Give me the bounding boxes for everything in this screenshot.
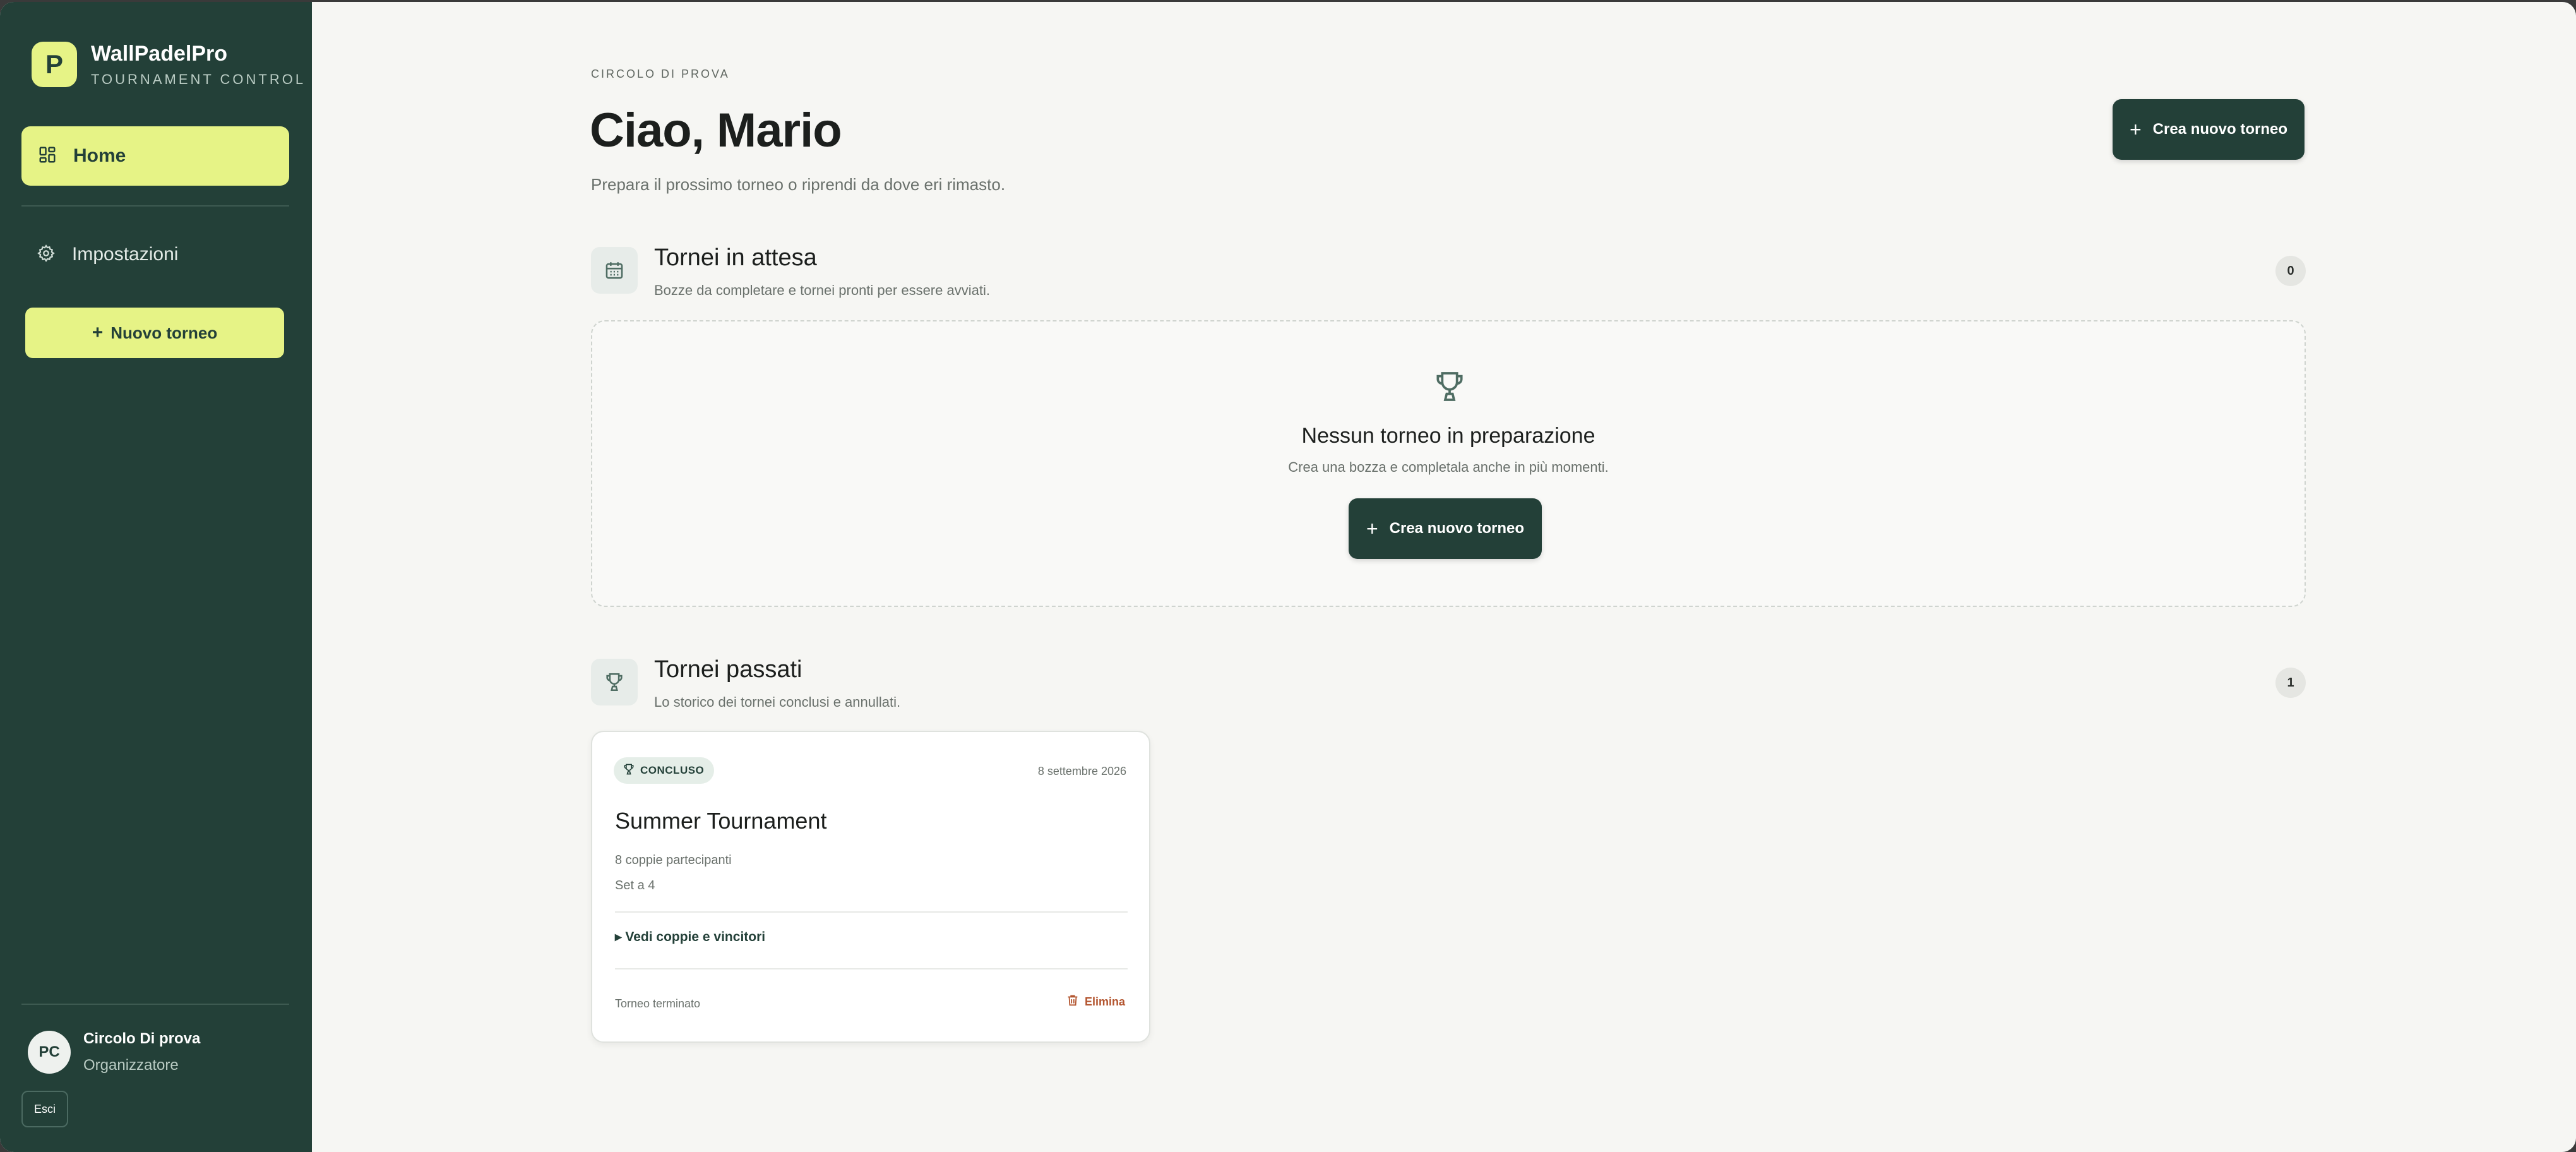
card-divider — [615, 911, 1128, 913]
user-role: Organizzatore — [83, 1057, 179, 1074]
plus-icon: + — [92, 322, 104, 343]
past-count-badge: 1 — [2275, 668, 2306, 698]
tournament-footer-status: Torneo terminato — [615, 997, 701, 1010]
create-tournament-label: Crea nuovo torneo — [2152, 121, 2288, 138]
app-window: P WallPadelPro TOURNAMENT CONTROL Home I… — [0, 2, 2576, 1152]
tournament-format: Set a 4 — [615, 879, 655, 892]
sidebar-item-settings[interactable]: Impostazioni — [21, 231, 289, 279]
sidebar-divider — [21, 1004, 289, 1005]
user-profile: PC Circolo Di prova Organizzatore — [28, 1030, 200, 1074]
sidebar-item-label: Home — [73, 145, 126, 166]
trophy-icon — [1432, 368, 1467, 408]
empty-state-title: Nessun torneo in preparazione — [1301, 424, 1595, 448]
sidebar-divider — [21, 205, 289, 207]
logout-button[interactable]: Esci — [21, 1091, 68, 1127]
empty-create-tournament-button[interactable]: + Crea nuovo torneo — [1349, 498, 1542, 559]
brand-name: WallPadelPro — [91, 42, 228, 66]
empty-state-description: Crea una bozza e completala anche in più… — [1288, 459, 1609, 475]
brand-subtitle: TOURNAMENT CONTROL — [91, 71, 306, 87]
past-section-title: Tornei passati — [654, 656, 802, 683]
club-eyebrow: CIRCOLO DI PROVA — [591, 68, 730, 80]
sidebar: P WallPadelPro TOURNAMENT CONTROL Home I… — [0, 2, 312, 1152]
tournament-date: 8 settembre 2026 — [1037, 765, 1126, 777]
status-badge: CONCLUSO — [614, 757, 715, 784]
delete-tournament-button[interactable]: Elimina — [1066, 993, 1125, 1011]
create-tournament-button[interactable]: + Crea nuovo torneo — [2113, 99, 2305, 160]
new-tournament-label: Nuovo torneo — [110, 323, 218, 342]
tournament-card: CONCLUSO 8 settembre 2026 Summer Tournam… — [591, 731, 1150, 1043]
grid-icon — [38, 145, 57, 167]
sidebar-item-label: Impostazioni — [72, 244, 179, 265]
brand-logo: P — [32, 42, 77, 87]
avatar: PC — [28, 1031, 71, 1074]
calendar-icon — [591, 247, 638, 294]
plus-icon: + — [2129, 117, 2142, 141]
past-section-description: Lo storico dei tornei conclusi e annulla… — [654, 694, 901, 710]
main-content: CIRCOLO DI PROVA Ciao, Mario Prepara il … — [312, 2, 2576, 1152]
sidebar-item-home[interactable]: Home — [21, 126, 289, 186]
card-divider — [615, 968, 1128, 969]
empty-state: Nessun torneo in preparazione Crea una b… — [591, 320, 2306, 607]
user-name: Circolo Di prova — [83, 1030, 201, 1047]
tournament-title: Summer Tournament — [615, 808, 827, 834]
new-tournament-button[interactable]: + Nuovo torneo — [25, 308, 284, 358]
tournament-pairs: 8 coppie partecipanti — [615, 853, 732, 867]
empty-create-label: Crea nuovo torneo — [1389, 520, 1525, 537]
pending-count-badge: 0 — [2275, 256, 2306, 286]
page-subtitle: Prepara il prossimo torneo o riprendi da… — [591, 175, 1006, 194]
plus-icon: + — [1366, 517, 1378, 540]
page-title: Ciao, Mario — [590, 104, 842, 157]
trash-icon — [1066, 993, 1080, 1011]
trophy-icon — [591, 659, 638, 705]
view-pairs-winners-toggle[interactable]: ▸ Vedi coppie e vincitori — [615, 929, 765, 945]
pending-section-title: Tornei in attesa — [654, 244, 817, 271]
brand: P WallPadelPro TOURNAMENT CONTROL — [32, 41, 306, 88]
gear-icon — [37, 244, 56, 266]
trophy-icon — [623, 763, 635, 779]
delete-label: Elimina — [1084, 995, 1125, 1008]
pending-section-description: Bozze da completare e tornei pronti per … — [654, 282, 990, 298]
status-label: CONCLUSO — [640, 764, 705, 776]
